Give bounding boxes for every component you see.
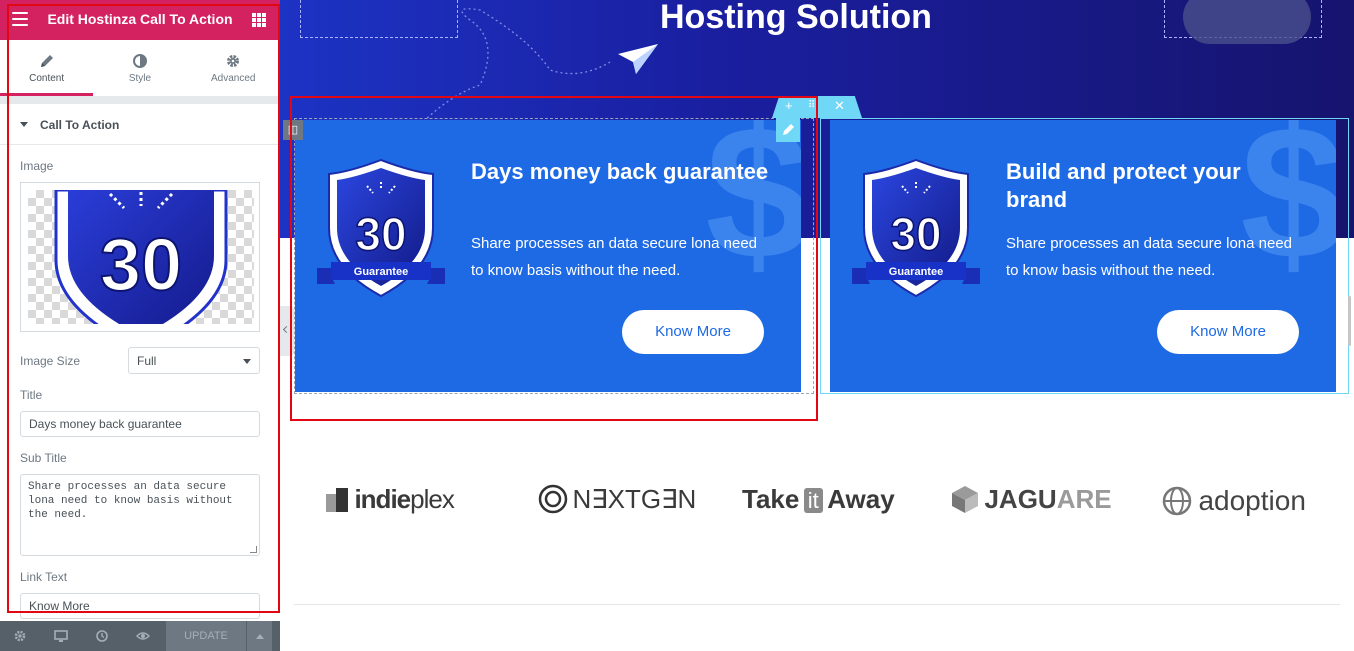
cta-card-1: $ 30 Guarantee Days money back guarantee… (295, 120, 801, 392)
gear-icon[interactable] (13, 629, 27, 643)
cta-subtitle: Share processes an data secure lona need… (471, 235, 758, 279)
title-input[interactable]: Days money back guarantee (20, 411, 260, 437)
drag-handle-icon[interactable]: ⠿ (808, 100, 815, 111)
hero-title: Hosting Solution (660, 0, 932, 36)
badge-ribbon-text: Guarantee (354, 266, 408, 278)
guarantee-badge-icon: 30 Guarantee (317, 158, 445, 298)
pencil-icon (783, 124, 794, 135)
divider (294, 604, 1340, 605)
globe-icon (1162, 486, 1192, 516)
logo-adoption: adoption (1160, 484, 1306, 518)
column-edit-handle[interactable]: ◫ (283, 120, 303, 140)
link-text-label: Link Text (20, 570, 68, 584)
image-picker[interactable]: 30 (20, 182, 260, 332)
know-more-button[interactable]: Know More (1157, 310, 1299, 354)
tab-content[interactable]: Content (0, 40, 94, 96)
tab-style[interactable]: Style (93, 40, 186, 96)
panel-tabs: Content Style Advanced (0, 40, 280, 96)
tab-advanced[interactable]: Advanced (187, 40, 280, 96)
editor-panel: Edit Hostinza Call To Action Content Sty… (0, 0, 280, 651)
chevron-left-icon (282, 325, 291, 334)
badge-ribbon-text: Guarantee (889, 266, 943, 278)
title-label: Title (20, 388, 43, 402)
edit-widget-button[interactable] (776, 118, 800, 142)
scrollbar-thumb[interactable] (1348, 296, 1351, 346)
badge-number: 30 (355, 208, 406, 260)
update-button[interactable]: UPDATE (166, 621, 246, 651)
image-size-select[interactable]: Full (128, 347, 260, 374)
badge-number: 30 (100, 223, 182, 306)
widgets-grid-icon[interactable] (252, 13, 266, 27)
section-handle[interactable]: + ⠿ ✕ (772, 96, 862, 118)
tab-content-label: Content (29, 73, 65, 84)
subtitle-textarea[interactable]: Share processes an data secure lona need… (20, 474, 260, 556)
image-label: Image (20, 159, 54, 173)
tab-style-label: Style (128, 73, 152, 84)
section-call-to-action[interactable]: Call To Action (0, 104, 280, 145)
indieplex-icon (326, 488, 348, 512)
cta-title: Build and protect your brand (1006, 159, 1241, 212)
gear-icon (227, 55, 240, 67)
close-icon[interactable]: ✕ (834, 98, 845, 114)
badge-number: 30 (890, 208, 941, 260)
image-size-label: Image Size (20, 354, 81, 368)
eye-icon[interactable] (136, 629, 150, 643)
update-options-button[interactable] (246, 621, 272, 651)
subtitle-label: Sub Title (20, 451, 67, 465)
section-title: Call To Action (40, 118, 120, 132)
hero-pill-shape (1183, 0, 1311, 44)
cube-icon (952, 486, 978, 513)
panel-header: Edit Hostinza Call To Action (0, 0, 280, 40)
cta-card-2: $ 30 Guarantee Build and protect your br… (830, 120, 1336, 392)
paper-plane-icon (618, 44, 658, 74)
resize-grip-icon[interactable] (250, 546, 257, 553)
link-text-input[interactable]: Know More (20, 593, 260, 619)
client-logos: indieplex N∃XTG∃N Take it Away JAGUARE a… (280, 470, 1354, 540)
monitor-icon[interactable] (54, 629, 68, 643)
add-icon[interactable]: + (785, 98, 793, 113)
guarantee-badge-icon: 30 Guarantee (852, 158, 980, 298)
panel-footer: UPDATE (0, 621, 280, 651)
cta-title: Days money back guarantee (471, 159, 769, 184)
tab-advanced-label: Advanced (211, 73, 256, 84)
logo-nextgen: N∃XTG∃N (538, 484, 696, 515)
chevron-down-icon (243, 359, 251, 364)
subtitle-textarea-value: Share processes an data secure lona need… (28, 481, 233, 521)
logo-jaguare: JAGUARE (950, 484, 1112, 515)
chevron-up-icon (256, 634, 264, 639)
nextgen-icon (538, 484, 568, 514)
panel-title: Edit Hostinza Call To Action (47, 11, 233, 27)
page-preview: Hosting Solution $ 30 Guarantee Days mon… (280, 0, 1354, 651)
tabs-separator (0, 96, 280, 104)
image-size-value: Full (137, 354, 157, 368)
logo-indieplex: indieplex (326, 484, 455, 515)
history-icon[interactable] (95, 629, 109, 643)
contrast-icon (132, 54, 147, 68)
caret-down-icon (20, 122, 28, 127)
cta-subtitle: Share processes an data secure lona need… (1006, 235, 1293, 279)
badge-preview-image: 30 (54, 190, 228, 324)
pencil-icon (40, 55, 53, 67)
panel-collapse-handle[interactable] (280, 306, 294, 356)
logo-take-it-away: Take it Away (742, 484, 895, 514)
know-more-button[interactable]: Know More (622, 310, 764, 354)
